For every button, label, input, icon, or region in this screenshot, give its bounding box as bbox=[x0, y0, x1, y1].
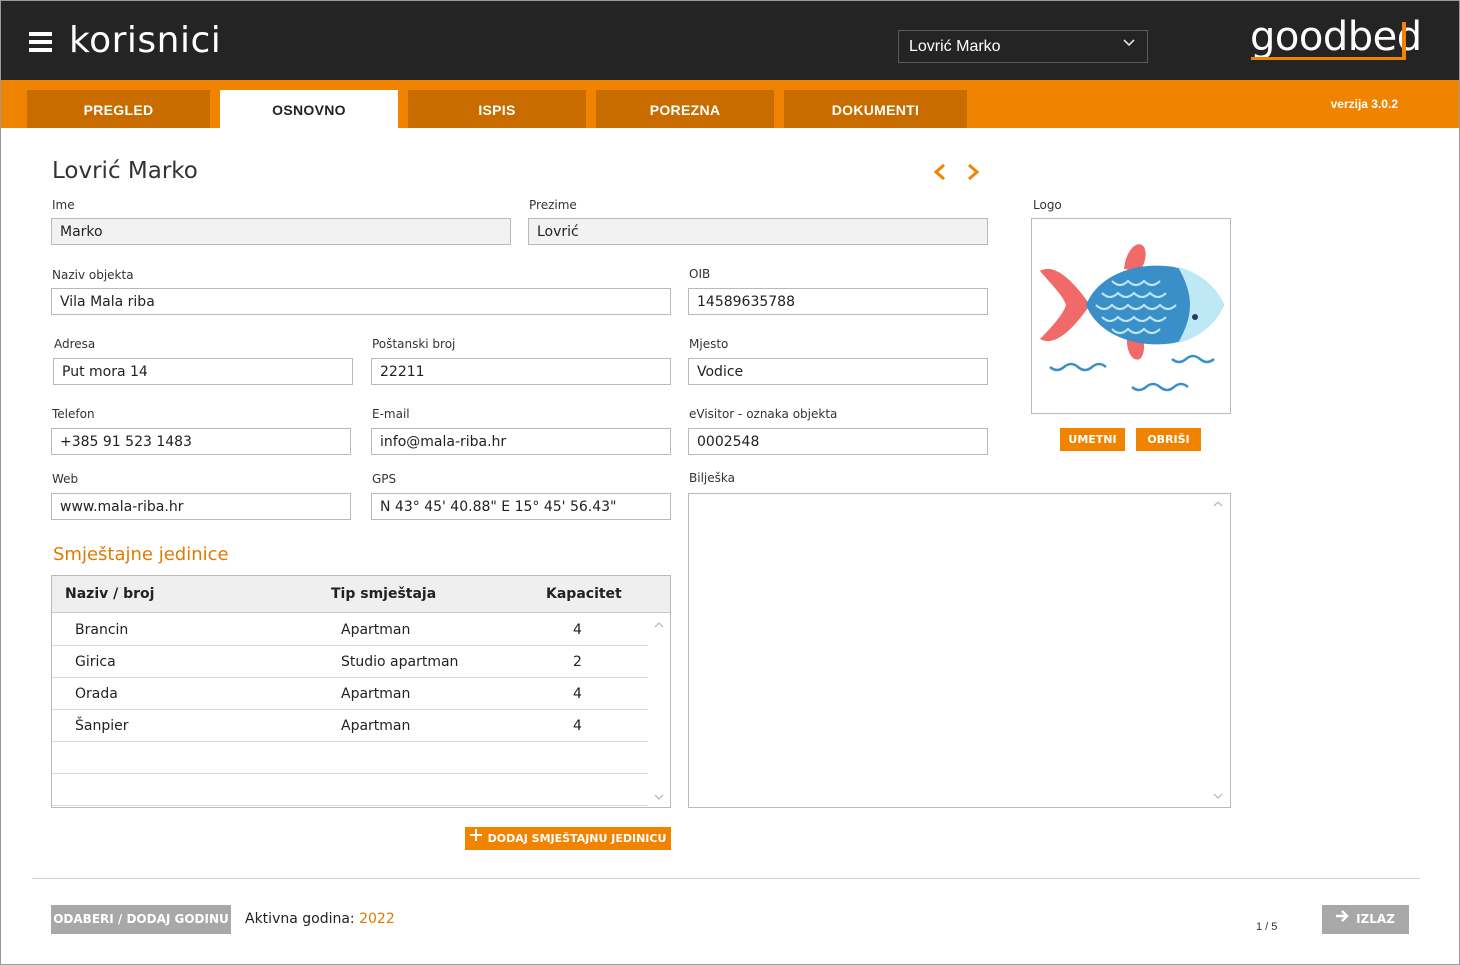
oib-label: OIB bbox=[689, 267, 711, 281]
unit-type: Apartman bbox=[341, 718, 411, 734]
tab-dokumenti[interactable]: DOKUMENTI bbox=[784, 90, 967, 128]
telefon-label: Telefon bbox=[52, 407, 95, 421]
scroll-up-icon[interactable] bbox=[654, 620, 664, 631]
chevron-left-icon[interactable] bbox=[930, 160, 950, 184]
table-header: Naziv / broj Tip smještaja Kapacitet bbox=[52, 576, 670, 613]
email-field[interactable]: info@mala-riba.hr bbox=[371, 428, 671, 455]
gps-label: GPS bbox=[372, 472, 397, 486]
fish-logo-image bbox=[1040, 244, 1224, 392]
table-row-empty[interactable] bbox=[52, 774, 648, 806]
table-row-empty[interactable] bbox=[52, 742, 648, 774]
app-header: korisnici Lovrić Marko goodbed bbox=[1, 1, 1459, 80]
delete-logo-button[interactable]: OBRIŠI bbox=[1136, 428, 1201, 451]
unit-capacity: 4 bbox=[573, 718, 582, 734]
app-title: korisnici bbox=[69, 20, 222, 61]
page-title: Lovrić Marko bbox=[52, 158, 198, 184]
logo-underline bbox=[1251, 57, 1405, 60]
telefon-field[interactable]: +385 91 523 1483 bbox=[51, 428, 351, 455]
biljeska-textarea[interactable] bbox=[688, 493, 1231, 808]
oib-field[interactable]: 14589635788 bbox=[688, 288, 988, 315]
table-row[interactable]: Orada Apartman 4 bbox=[52, 678, 648, 710]
column-header-name[interactable]: Naziv / broj bbox=[65, 586, 154, 602]
units-section-title: Smještajne jedinice bbox=[53, 544, 229, 565]
exit-label: IZLAZ bbox=[1356, 912, 1395, 926]
table-row[interactable]: Brancin Apartman 4 bbox=[52, 614, 648, 646]
active-year-label: Aktivna godina: bbox=[245, 911, 355, 927]
unit-name: Orada bbox=[75, 686, 118, 702]
tab-porezna[interactable]: POREZNA bbox=[596, 90, 774, 128]
plus-icon bbox=[469, 826, 482, 849]
table-row[interactable]: Girica Studio apartman 2 bbox=[52, 646, 648, 678]
version-label: verzija 3.0.2 bbox=[1330, 97, 1398, 111]
add-unit-button[interactable]: DODAJ SMJEŠTAJNU JEDINICU bbox=[465, 827, 671, 850]
naziv-objekta-label: Naziv objekta bbox=[52, 268, 134, 282]
chevron-right-icon[interactable] bbox=[963, 160, 983, 184]
evisitor-label: eVisitor - oznaka objekta bbox=[689, 407, 838, 421]
exit-button[interactable]: IZLAZ bbox=[1322, 905, 1409, 934]
unit-name: Girica bbox=[75, 654, 116, 670]
active-year: Aktivna godina: 2022 bbox=[245, 911, 395, 927]
pager: 1 / 5 bbox=[1256, 921, 1278, 933]
web-label: Web bbox=[52, 472, 79, 486]
tab-osnovno[interactable]: OSNOVNO bbox=[220, 90, 398, 128]
unit-capacity: 4 bbox=[573, 686, 582, 702]
ime-field[interactable]: Marko bbox=[51, 218, 511, 245]
unit-capacity: 4 bbox=[573, 622, 582, 638]
menu-icon[interactable] bbox=[29, 32, 52, 52]
table-row[interactable]: Šanpier Apartman 4 bbox=[52, 710, 648, 742]
unit-type: Apartman bbox=[341, 622, 411, 638]
unit-type: Studio apartman bbox=[341, 654, 459, 670]
ime-label: Ime bbox=[52, 198, 75, 212]
logo-label: Logo bbox=[1033, 198, 1062, 212]
gps-field[interactable]: N 43° 45' 40.88" E 15° 45' 56.43" bbox=[371, 493, 671, 520]
email-label: E-mail bbox=[372, 407, 410, 421]
unit-name: Šanpier bbox=[75, 718, 129, 734]
tab-ispis[interactable]: ISPIS bbox=[408, 90, 586, 128]
logo-bar bbox=[1402, 22, 1406, 60]
column-header-capacity[interactable]: Kapacitet bbox=[546, 586, 622, 602]
prezime-field[interactable]: Lovrić bbox=[528, 218, 988, 245]
prezime-label: Prezime bbox=[529, 198, 577, 212]
tab-bar: PREGLED OSNOVNO ISPIS POREZNA DOKUMENTI … bbox=[1, 80, 1459, 128]
user-select-value: Lovrić Marko bbox=[909, 38, 1001, 55]
units-table: Naziv / broj Tip smještaja Kapacitet Bra… bbox=[51, 575, 671, 808]
mjesto-field[interactable]: Vodice bbox=[688, 358, 988, 385]
chevron-down-icon bbox=[1123, 38, 1135, 51]
unit-name: Brancin bbox=[75, 622, 129, 638]
web-field[interactable]: www.mala-riba.hr bbox=[51, 493, 351, 520]
unit-capacity: 2 bbox=[573, 654, 582, 670]
tab-pregled[interactable]: PREGLED bbox=[27, 90, 210, 128]
adresa-label: Adresa bbox=[54, 337, 96, 351]
arrow-right-icon bbox=[1336, 904, 1350, 933]
logo-image-box bbox=[1031, 218, 1231, 414]
mjesto-label: Mjesto bbox=[689, 337, 729, 351]
postanski-broj-field[interactable]: 22211 bbox=[371, 358, 671, 385]
insert-logo-button[interactable]: UMETNI bbox=[1060, 428, 1125, 451]
column-header-type[interactable]: Tip smještaja bbox=[331, 586, 436, 602]
adresa-field[interactable]: Put mora 14 bbox=[53, 358, 353, 385]
add-unit-label: DODAJ SMJEŠTAJNU JEDINICU bbox=[487, 832, 667, 845]
postanski-broj-label: Poštanski broj bbox=[372, 337, 456, 351]
naziv-objekta-field[interactable]: Vila Mala riba bbox=[51, 288, 671, 315]
scroll-down-icon[interactable] bbox=[1213, 792, 1223, 803]
evisitor-field[interactable]: 0002548 bbox=[688, 428, 988, 455]
unit-type: Apartman bbox=[341, 686, 411, 702]
footer-divider bbox=[32, 878, 1420, 879]
biljeska-label: Bilješka bbox=[689, 471, 735, 485]
active-year-value: 2022 bbox=[359, 911, 395, 927]
user-select[interactable]: Lovrić Marko bbox=[898, 30, 1148, 63]
scroll-up-icon[interactable] bbox=[1213, 499, 1223, 510]
select-year-button[interactable]: ODABERI / DODAJ GODINU bbox=[51, 905, 231, 934]
scroll-down-icon[interactable] bbox=[654, 793, 664, 804]
